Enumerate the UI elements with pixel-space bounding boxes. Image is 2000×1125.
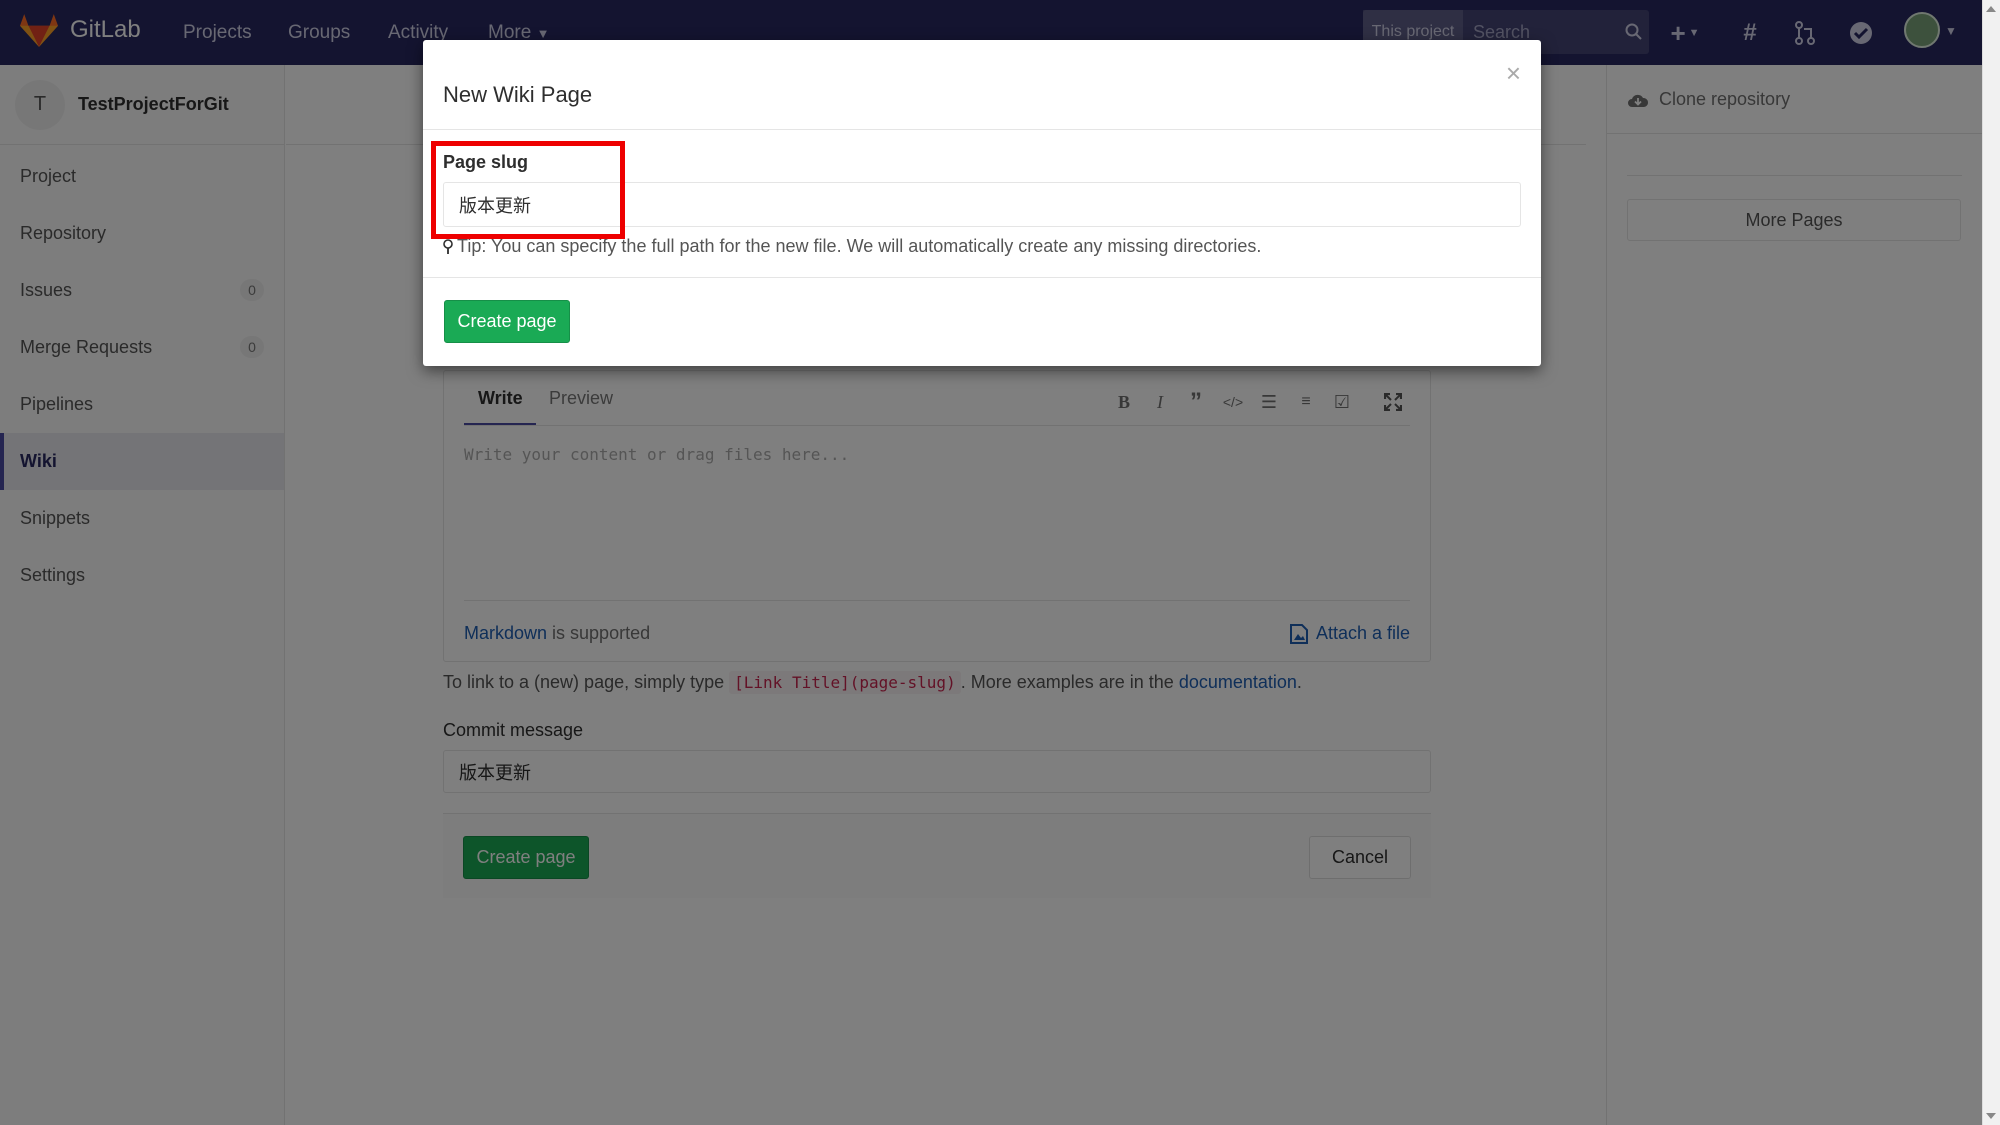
lightbulb-icon	[443, 238, 453, 254]
scroll-down-icon[interactable]	[1986, 1113, 1996, 1119]
new-wiki-page-modal: New Wiki Page × Page slug 版本更新 Tip: You …	[423, 40, 1541, 366]
scroll-up-icon[interactable]	[1986, 6, 1996, 12]
close-icon[interactable]: ×	[1506, 58, 1521, 89]
modal-footer: Create page	[423, 277, 1541, 366]
slug-tip: Tip: You can specify the full path for t…	[443, 236, 1261, 257]
modal-header-divider	[423, 129, 1541, 130]
highlight-annotation	[431, 141, 625, 239]
modal-title: New Wiki Page	[443, 82, 593, 107]
page-scrollbar[interactable]	[1982, 0, 2000, 1125]
slug-tip-text: Tip: You can specify the full path for t…	[457, 236, 1262, 256]
modal-create-page-button[interactable]: Create page	[444, 300, 570, 343]
